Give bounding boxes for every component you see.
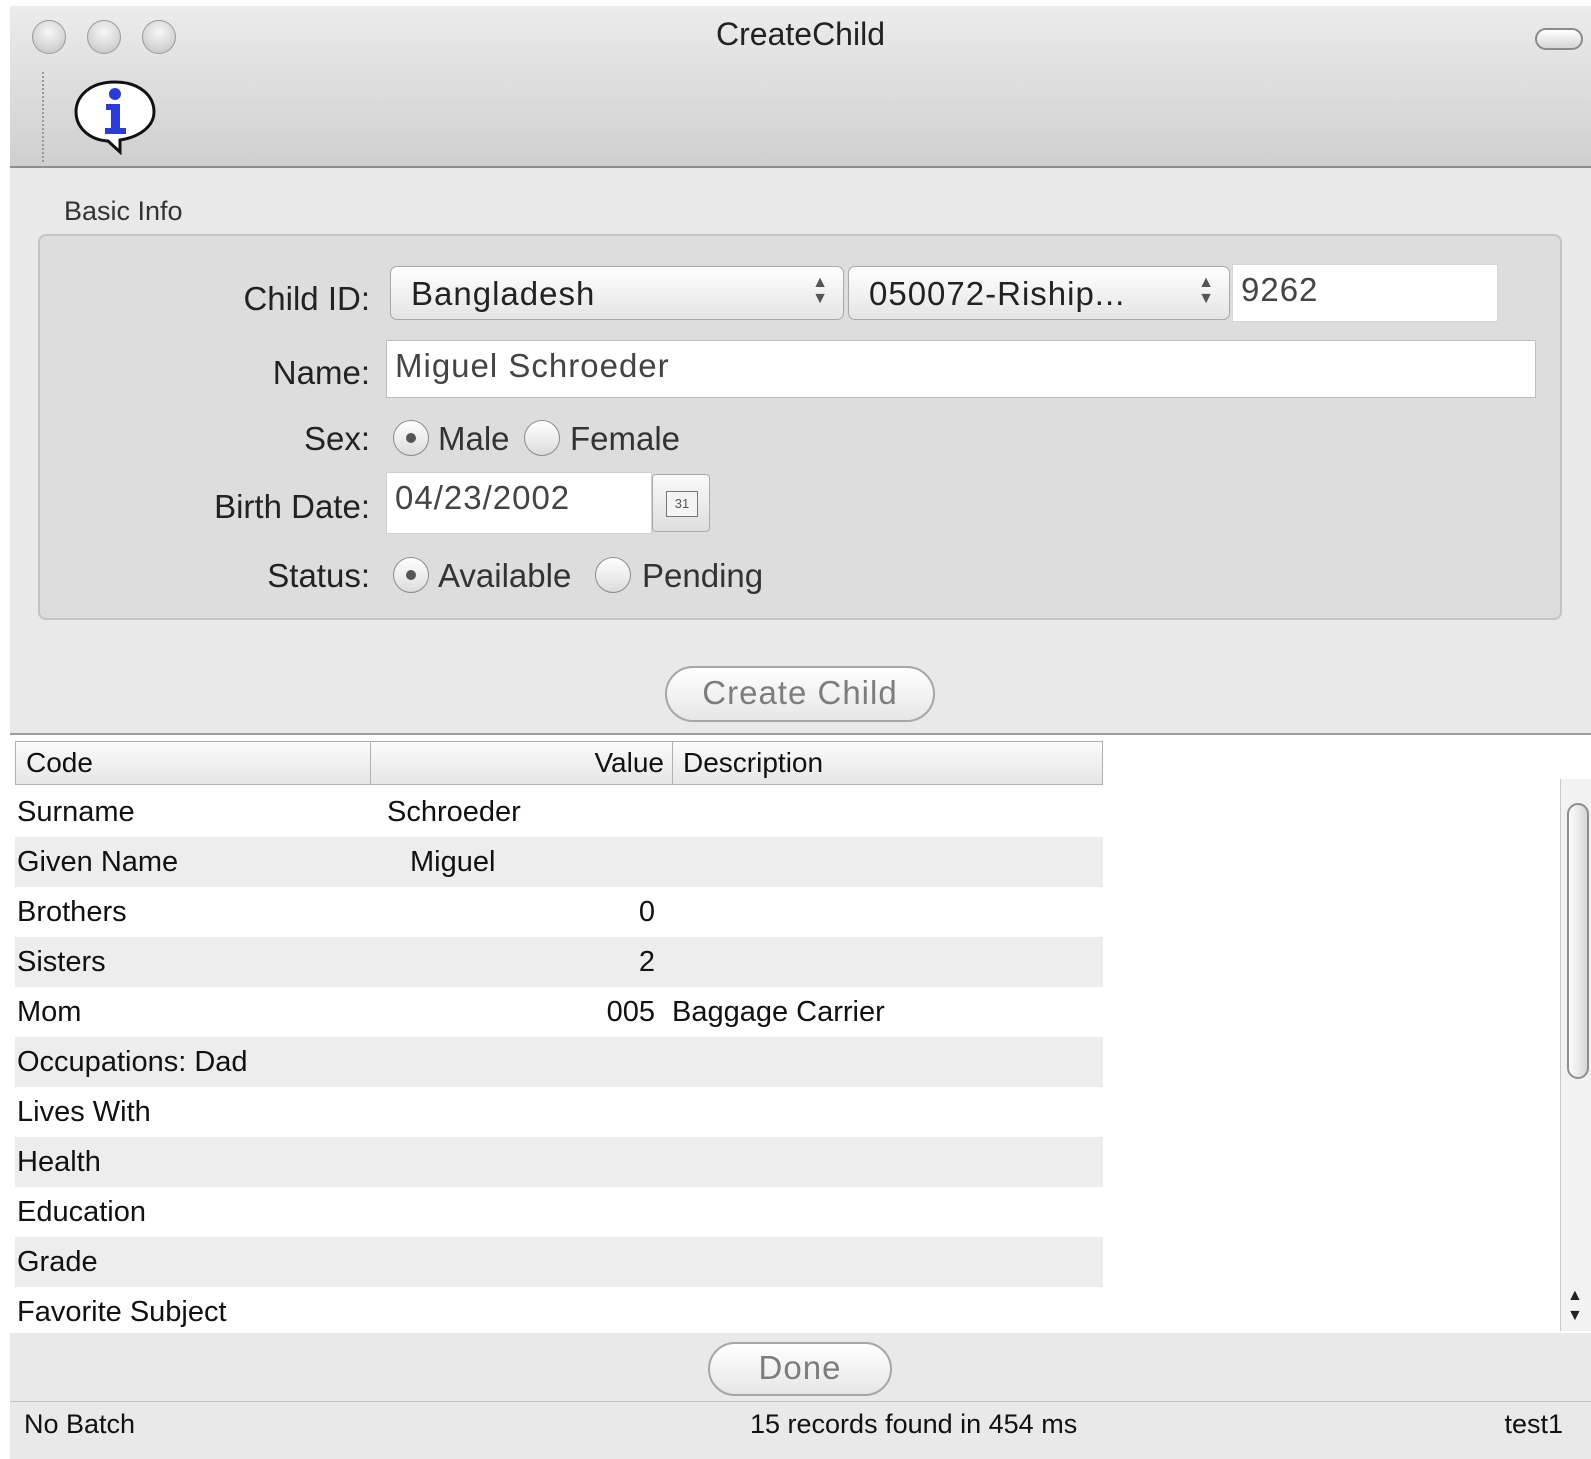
table-header: Code Value Description: [15, 741, 1103, 785]
name-label: Name:: [272, 354, 370, 391]
code-cell: Sisters: [17, 946, 106, 978]
calendar-button[interactable]: 31: [652, 474, 710, 532]
country-value: Bangladesh: [411, 275, 596, 312]
sex-female-label[interactable]: Female: [570, 420, 680, 458]
table-row[interactable]: Sisters 2: [15, 937, 1103, 987]
basic-info-label: Basic Info: [64, 196, 183, 226]
status-bar: No Batch 15 records found in 454 ms test…: [10, 1401, 1591, 1459]
birth-date-label: Birth Date:: [214, 488, 370, 525]
popup-arrows-icon: ▲ ▼: [812, 274, 829, 307]
description-cell: Baggage Carrier: [672, 996, 885, 1028]
table-row[interactable]: Brothers 0: [15, 887, 1103, 937]
code-cell: Lives With: [17, 1096, 151, 1128]
code-cell: Occupations: Dad: [17, 1046, 248, 1078]
code-cell: Health: [17, 1146, 101, 1178]
table-row[interactable]: Health: [15, 1137, 1103, 1187]
sex-female-radio[interactable]: [524, 420, 560, 456]
table-row[interactable]: Lives With: [15, 1087, 1103, 1137]
create-child-window: CreateChild Basic Info Child ID: Banglad…: [10, 6, 1591, 1459]
status-label: Status:: [267, 557, 370, 594]
scroll-down-arrow-icon[interactable]: ▼: [1567, 1307, 1583, 1325]
code-cell: Education: [17, 1196, 146, 1228]
status-pending-radio[interactable]: [595, 557, 631, 593]
popup-arrows-icon: ▲ ▼: [1198, 274, 1215, 307]
table-row[interactable]: Surname Schroeder: [15, 787, 1103, 837]
table-row[interactable]: Grade: [15, 1237, 1103, 1287]
toolbar-separator: [42, 72, 44, 162]
info-bubble-icon[interactable]: [70, 76, 160, 156]
value-cell: 2: [638, 946, 655, 978]
project-popup[interactable]: 050072-Riship... ▲ ▼: [848, 266, 1230, 320]
create-child-button[interactable]: Create Child: [665, 666, 935, 722]
sex-label: Sex:: [303, 420, 370, 457]
table-row[interactable]: Given Name Miguel: [15, 837, 1103, 887]
table-row[interactable]: Mom 005 Baggage Carrier: [15, 987, 1103, 1037]
title-bar: CreateChild: [10, 6, 1591, 168]
value-cell: Miguel: [410, 846, 496, 878]
table-row[interactable]: Education: [15, 1187, 1103, 1237]
status-available-label[interactable]: Available: [438, 557, 571, 595]
table-row[interactable]: Favorite Subject: [15, 1287, 1103, 1337]
toolbar-toggle-button[interactable]: [1535, 28, 1583, 50]
column-header-value[interactable]: Value: [371, 742, 673, 784]
calendar-icon: 31: [666, 491, 698, 517]
user-status: test1: [1504, 1409, 1563, 1439]
attributes-table: Code Value Description Surname Schroeder G…: [10, 733, 1591, 1333]
window-title: CreateChild: [716, 16, 885, 52]
done-button[interactable]: Done: [708, 1342, 892, 1396]
code-cell: Mom: [17, 996, 82, 1028]
country-popup[interactable]: Bangladesh ▲ ▼: [390, 266, 844, 320]
status-pending-label[interactable]: Pending: [642, 557, 763, 595]
code-cell: Grade: [17, 1246, 98, 1278]
column-header-code[interactable]: Code: [16, 742, 371, 784]
scrollbar-thumb[interactable]: [1567, 803, 1589, 1079]
vertical-scrollbar[interactable]: ▲ ▼: [1560, 779, 1591, 1331]
code-cell: Favorite Subject: [17, 1296, 227, 1328]
birth-date-field[interactable]: 04/23/2002: [386, 472, 652, 534]
name-field[interactable]: Miguel Schroeder: [386, 340, 1536, 398]
value-cell: 005: [606, 996, 655, 1028]
value-cell: 0: [638, 896, 655, 928]
code-cell: Brothers: [17, 896, 127, 928]
sex-male-label[interactable]: Male: [438, 420, 510, 458]
project-value: 050072-Riship...: [869, 275, 1126, 312]
value-cell: Schroeder: [387, 796, 521, 828]
child-number-field[interactable]: 9262: [1232, 264, 1498, 322]
table-row[interactable]: Occupations: Dad: [15, 1037, 1103, 1087]
sex-male-radio[interactable]: [393, 420, 429, 456]
child-id-label: Child ID:: [243, 280, 370, 317]
status-available-radio[interactable]: [393, 557, 429, 593]
code-cell: Surname: [17, 796, 135, 828]
scroll-up-arrow-icon[interactable]: ▲: [1567, 1287, 1583, 1305]
code-cell: Given Name: [17, 846, 179, 878]
records-status: 15 records found in 454 ms: [750, 1409, 1078, 1439]
batch-status: No Batch: [24, 1409, 136, 1439]
column-header-description[interactable]: Description: [673, 742, 1103, 784]
